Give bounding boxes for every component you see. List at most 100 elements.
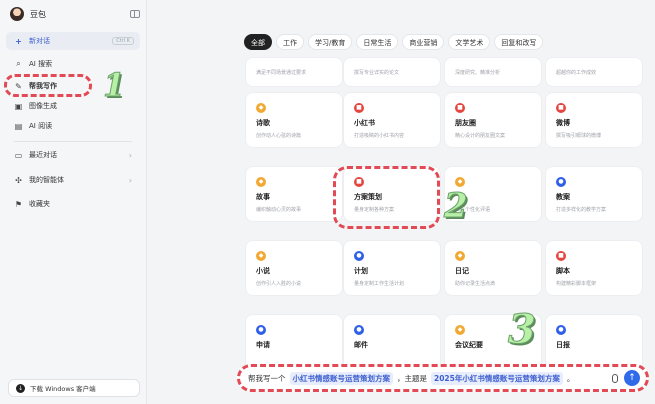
template-card[interactable]: ● 申请: [245, 314, 343, 370]
script-icon: ■: [556, 251, 566, 261]
card-description: 深度研究、精准分析: [455, 70, 501, 76]
card-title: 小红书: [354, 119, 375, 127]
card-description: 撰写专业详实的论文: [354, 70, 400, 76]
sidebar-collapse-icon[interactable]: [130, 10, 140, 18]
template-card-top[interactable]: 超越你的工作成效: [545, 57, 643, 87]
card-title: 小说: [256, 267, 270, 275]
tab-daily[interactable]: 日常生活: [356, 34, 399, 50]
card-description: 创作动人心弦的诗篇: [256, 133, 302, 139]
card-title: 邮件: [354, 341, 368, 349]
schedule-icon: ●: [354, 251, 364, 261]
template-card-top[interactable]: 满足不同场景通过要求: [245, 57, 343, 87]
card-description: 量身定制工作生活计划: [354, 281, 405, 287]
card-description: 创作引人入胜的小说: [256, 281, 302, 287]
apply-icon: ●: [256, 325, 266, 335]
sidebar-item-reading[interactable]: ▤ AI 阅读: [6, 117, 140, 135]
card-description: 助你记录生活点滴: [455, 281, 496, 287]
annotation-number-2: 2: [444, 186, 469, 227]
story-icon: ◆: [256, 177, 266, 187]
card-description: 超越你的工作成效: [556, 70, 597, 76]
prompt-prefix: 帮我写一个: [248, 373, 286, 383]
card-title: 日记: [455, 267, 469, 275]
sidebar-header: 豆包: [10, 6, 140, 22]
new-chat-button[interactable]: + 新对话 Ctrl K: [6, 32, 140, 50]
annotation-number-3: 3: [508, 306, 537, 354]
microphone-icon[interactable]: [612, 374, 618, 383]
template-card[interactable]: ● 计划量身定制工作生活计划: [343, 240, 441, 296]
tab-study[interactable]: 学习/教育: [308, 34, 353, 50]
annotation-highlight-writing: [4, 74, 92, 97]
meeting-icon: ◆: [455, 325, 465, 335]
template-card[interactable]: ● 教案打造多样化的教学方案: [545, 166, 643, 222]
template-card[interactable]: ■ 脚本 构建精彩脚本框架: [545, 240, 643, 296]
prompt-input[interactable]: 帮我写一个 小红书情感账号运营策划方案 ，主题是 2025年小红书情感账号运营策…: [237, 364, 649, 392]
sidebar-group-label: 最近对话: [29, 151, 57, 159]
prompt-middle: ，主题是: [397, 373, 427, 383]
card-title: 朋友圈: [455, 119, 476, 127]
agent-icon: ✣: [15, 175, 22, 185]
card-description: 编织触动心灵的故事: [256, 207, 302, 213]
template-card[interactable]: ◆ 日记 助你记录生活点滴: [444, 240, 542, 296]
chevron-right-icon: ›: [128, 150, 132, 160]
card-description: 打造吸睛的小红书内容: [354, 133, 405, 139]
sidebar-group-agents[interactable]: ✣ 我的智能体 ›: [6, 171, 140, 189]
template-card[interactable]: ◆ 小说 创作引人入胜的小说: [245, 240, 343, 296]
sidebar-item-label: AI 阅读: [29, 122, 53, 130]
tab-all[interactable]: 全部: [244, 34, 272, 50]
mail-icon: ●: [354, 325, 364, 335]
avatar[interactable]: [10, 7, 24, 21]
note-icon: ■: [354, 103, 364, 113]
tab-rewrite[interactable]: 回复和改写: [494, 34, 544, 50]
sidebar-group-label: 我的智能体: [29, 176, 64, 184]
sidebar-divider: [14, 141, 132, 142]
card-title: 微博: [556, 119, 570, 127]
annotation-highlight-plan-card: [333, 166, 440, 229]
card-description: 满足不同场景通过要求: [256, 70, 307, 76]
sidebar-item-label: 图像生成: [29, 102, 57, 110]
chat-icon: ▭: [14, 150, 23, 160]
card-title: 脚本: [556, 267, 570, 275]
prompt-suffix: 。: [566, 373, 575, 383]
template-card[interactable]: ■ 微博撰写吸引眼球的微博: [545, 92, 643, 148]
template-card[interactable]: ● 邮件: [343, 314, 441, 370]
search-icon: ⌕: [16, 59, 21, 68]
card-title: 日报: [556, 341, 570, 349]
tab-business[interactable]: 商业营销: [402, 34, 445, 50]
card-title: 故事: [256, 193, 270, 201]
prompt-slot-type[interactable]: 小红书情感账号运营策划方案: [289, 371, 393, 385]
plus-icon: +: [15, 36, 22, 46]
template-card[interactable]: ■ 朋友圈 精心设计的朋友圈文案: [444, 92, 542, 148]
prompt-slot-topic[interactable]: 2025年小红书情感账号运营策划方案: [431, 371, 563, 385]
card-description: 精心设计的朋友圈文案: [455, 133, 506, 139]
download-icon: ↓: [16, 383, 25, 393]
card-title: 诗歌: [256, 119, 270, 127]
image-icon: ▣: [14, 101, 23, 111]
sidebar-group-recent[interactable]: ▭ 最近对话 ›: [6, 146, 140, 164]
card-title: 申请: [256, 341, 270, 349]
sidebar-item-label: AI 搜索: [29, 60, 53, 68]
tab-work[interactable]: 工作: [276, 34, 304, 50]
card-title: 教案: [556, 193, 570, 201]
bookmark-icon: ⚑: [14, 199, 23, 209]
card-description: 打造多样化的教学方案: [556, 207, 607, 213]
download-client-button[interactable]: ↓ 下载 Windows 客户端: [8, 379, 140, 397]
shortcut-hint: Ctrl K: [112, 37, 134, 45]
lesson-icon: ●: [556, 177, 566, 187]
report-icon: ●: [556, 325, 566, 335]
card-title: 计划: [354, 267, 368, 275]
template-card[interactable]: ◆ 诗歌创作动人心弦的诗篇: [245, 92, 343, 148]
sidebar-group-label: 收藏夹: [29, 200, 50, 208]
weibo-icon: ■: [556, 103, 566, 113]
card-description: 撰写吸引眼球的微博: [556, 133, 602, 139]
template-card[interactable]: ● 日报: [545, 314, 643, 370]
template-card[interactable]: ■ 小红书打造吸睛的小红书内容: [343, 92, 441, 148]
download-label: 下载 Windows 客户端: [30, 385, 96, 393]
send-button[interactable]: ↑: [624, 370, 640, 386]
sidebar-group-favorites[interactable]: ⚑ 收藏夹: [6, 195, 140, 213]
chevron-right-icon: ›: [128, 175, 132, 185]
poem-icon: ◆: [256, 103, 266, 113]
template-card-top[interactable]: 撰写专业详实的论文: [343, 57, 441, 87]
template-card-top[interactable]: 深度研究、精准分析: [444, 57, 542, 87]
template-card[interactable]: ◆ 故事编织触动心灵的故事: [245, 166, 343, 222]
tab-literature[interactable]: 文学艺术: [448, 34, 491, 50]
